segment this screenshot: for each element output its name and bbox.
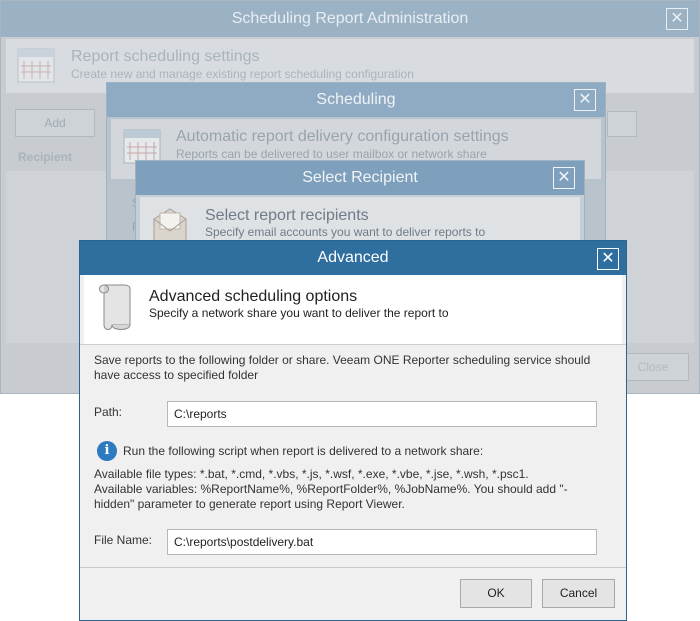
header-title: Automatic report delivery configuration … (176, 128, 509, 145)
header-title: Advanced scheduling options (149, 288, 358, 305)
path-input[interactable] (167, 401, 597, 427)
cancel-button[interactable]: Cancel (542, 579, 615, 608)
divider (80, 344, 626, 345)
window-title: Scheduling (107, 83, 605, 117)
script-note: Run the following script when report is … (123, 444, 484, 458)
calendar-icon (17, 48, 55, 83)
close-icon[interactable]: ✕ (666, 8, 688, 30)
add-button[interactable]: Add (15, 109, 95, 137)
file-name-input[interactable] (167, 529, 597, 555)
info-icon: i (97, 441, 117, 461)
dialog-title: Advanced (80, 241, 626, 275)
advanced-dialog: Advanced ✕ Advanced scheduling options S… (79, 240, 627, 621)
path-label: Path: (94, 405, 123, 419)
file-name-label: File Name: (94, 533, 153, 547)
recipient-column-header: Recipient (18, 150, 73, 164)
ok-button[interactable]: OK (460, 579, 532, 608)
header-subtitle: Specify email accounts you want to deliv… (205, 225, 486, 239)
close-icon[interactable]: ✕ (553, 167, 575, 189)
window-title: Scheduling Report Administration (1, 1, 699, 37)
envelope-icon (153, 208, 187, 242)
intro-text-line1: Save reports to the following folder or … (94, 353, 591, 367)
edit-button[interactable] (607, 111, 637, 137)
header-subtitle: Reports can be delivered to user mailbox… (176, 147, 487, 161)
variables-text: Available variables: %ReportName%, %Repo… (94, 482, 568, 496)
select-recipient-window: Select Recipient ✕ Select report recipie… (135, 160, 585, 250)
scroll-icon (99, 284, 131, 330)
window-title: Select Recipient (136, 161, 584, 195)
hidden-parameter-text: hidden" parameter to generate report usi… (94, 497, 405, 511)
header-subtitle: Create new and manage existing report sc… (71, 67, 414, 81)
calendar-icon (123, 129, 161, 164)
intro-text-line2: have access to specified folder (94, 368, 259, 382)
close-icon[interactable]: ✕ (597, 248, 619, 270)
close-button[interactable]: Close (617, 353, 689, 381)
header-title: Report scheduling settings (71, 48, 260, 65)
header-title: Select report recipients (205, 207, 369, 224)
file-types-text: Available file types: *.bat, *.cmd, *.vb… (94, 467, 529, 481)
footer-divider (80, 567, 626, 568)
close-icon[interactable]: ✕ (574, 89, 596, 111)
header-subtitle: Specify a network share you want to deli… (149, 306, 449, 320)
